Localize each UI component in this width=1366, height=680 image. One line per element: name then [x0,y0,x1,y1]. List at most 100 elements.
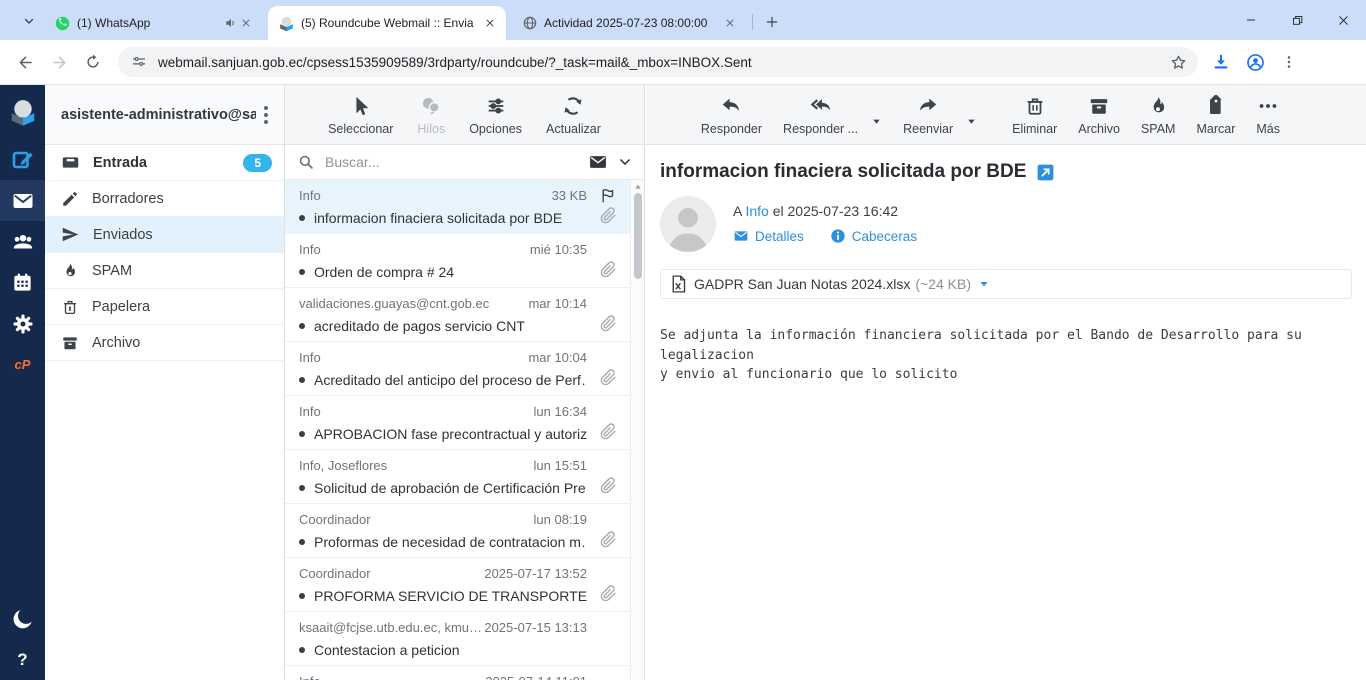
person-icon [660,200,716,252]
contacts-nav-button[interactable] [0,221,45,262]
tab-audio-icon[interactable] [224,16,238,30]
archive-icon [61,334,79,352]
select-button[interactable]: Seleccionar [328,95,393,136]
folder-pane: asistente-administrativo@sa… Entrada 5 B… [45,85,285,680]
cpanel-nav-button[interactable]: cP [0,344,45,385]
unread-dot [299,269,305,275]
threads-button[interactable]: Hilos [417,95,445,136]
list-scrollbar[interactable] [630,180,644,680]
search-input[interactable] [325,154,588,170]
message-list-item[interactable]: Info mié 10:35 Orden de compra # 24 [285,234,631,288]
message-list-item[interactable]: Coordinador lun 08:19 Proformas de neces… [285,504,631,558]
folder-drafts[interactable]: Borradores [45,181,284,217]
tab-actividad[interactable]: Actividad 2025-07-23 08:00:00 [512,6,746,40]
recipient-link[interactable]: Info [745,203,768,219]
tab-whatsapp[interactable]: (1) WhatsApp [44,6,262,40]
bookmark-star-icon[interactable] [1169,53,1188,72]
message-date: 2025-07-14 11:01 [485,674,587,680]
message-subject: informacion finaciera solicitada por BDE [314,210,562,226]
attachment-dropdown-icon[interactable] [978,278,990,290]
more-button[interactable]: Más [1256,95,1280,136]
calendar-nav-button[interactable] [0,262,45,303]
forward-icon [50,53,69,72]
forward-button[interactable] [42,45,76,79]
archive-button[interactable]: Archivo [1078,95,1120,136]
attachment-chip[interactable]: GADPR San Juan Notas 2024.xlsx (~24 KB) [660,269,1352,299]
message-list-item[interactable]: validaciones.guayas@cnt.gob.ec mar 10:14… [285,288,631,342]
maximize-button[interactable] [1274,0,1320,40]
address-bar[interactable]: webmail.sanjuan.gob.ec/cpsess1535909589/… [118,47,1198,77]
mark-button[interactable]: Marcar [1196,95,1235,136]
search-icon [297,153,315,171]
message-list-item[interactable]: Info mar 10:04 Acreditado del anticipo d… [285,342,631,396]
app-rail: cP ? [0,85,45,680]
trash-icon [61,298,79,316]
new-tab-button[interactable] [760,10,784,34]
info-icon [830,228,846,244]
tab-roundcube[interactable]: (5) Roundcube Webmail :: Envia [268,6,506,40]
message-list-item[interactable]: Info 33 KB informacion finaciera solicit… [285,180,631,234]
browser-menu-button[interactable] [1272,45,1306,79]
delete-button[interactable]: Eliminar [1012,95,1057,136]
details-link[interactable]: Detalles [733,228,804,244]
message-subject: acreditado de pagos servicio CNT [314,318,525,334]
forward-dropdown-icon[interactable] [966,116,977,127]
cursor-icon [350,95,372,117]
message-list-item[interactable]: ksaait@fcjse.utb.edu.ec, kmu… 2025-07-15… [285,612,631,666]
folder-sent[interactable]: Enviados [45,217,284,253]
account-menu-button[interactable] [256,106,276,124]
flag-icon[interactable] [600,187,617,204]
tab-search-button[interactable] [16,10,42,32]
reload-button[interactable] [76,45,110,79]
refresh-button[interactable]: Actualizar [546,95,601,136]
compose-button[interactable] [0,139,45,180]
tab-close-button[interactable] [238,15,254,31]
archive-icon [1088,95,1110,117]
mail-nav-button[interactable] [0,180,45,221]
message-list-item[interactable]: Coordinador 2025-07-17 13:52 PROFORMA SE… [285,558,631,612]
scrollbar-thumb[interactable] [634,193,642,279]
folder-inbox[interactable]: Entrada 5 [45,145,284,181]
profile-button[interactable] [1238,45,1272,79]
unread-dot [299,647,305,653]
reply-all-dropdown-icon[interactable] [871,116,882,127]
scope-mail-icon[interactable] [588,152,608,172]
site-info-icon[interactable] [130,53,148,71]
message-subject: Solicitud de aprobación de Certificación… [314,480,587,496]
folder-trash[interactable]: Papelera [45,289,284,325]
gear-icon [11,312,35,336]
forward-button[interactable]: Reenviar [903,95,953,136]
downloads-button[interactable] [1204,45,1238,79]
reply-button[interactable]: Responder [701,95,762,136]
open-in-new-window-icon[interactable] [1036,163,1055,182]
tab-close-button[interactable] [722,15,738,31]
reply-all-icon [810,95,832,117]
tab-close-button[interactable] [482,15,498,31]
tag-icon [1205,95,1227,117]
headers-link[interactable]: Cabeceras [830,228,917,244]
message-date: mar 10:04 [528,350,587,365]
close-window-button[interactable] [1320,0,1366,40]
minimize-button[interactable] [1228,0,1274,40]
dark-mode-button[interactable] [0,598,45,639]
message-list-item[interactable]: Info lun 16:34 APROBACION fase precontra… [285,396,631,450]
spam-button[interactable]: SPAM [1141,95,1176,136]
settings-nav-button[interactable] [0,303,45,344]
scroll-up-icon[interactable] [634,183,642,191]
compose-icon [11,148,35,172]
message-list-item[interactable]: Info, Joseflores lun 15:51 Solicitud de … [285,450,631,504]
unread-dot [299,323,305,329]
message-subject: Proformas de necesidad de contratacion m… [314,534,587,550]
back-button[interactable] [8,45,42,79]
search-options-chevron-icon[interactable] [618,155,632,169]
tab-divider [752,14,753,30]
message-date: mar 10:14 [528,296,587,311]
folder-archive[interactable]: Archivo [45,325,284,361]
options-button[interactable]: Opciones [469,95,522,136]
reply-all-button[interactable]: Responder ... [783,95,858,136]
message-list-item[interactable]: Info 2025-07-14 11:01 [285,666,631,680]
mail-subject: informacion finaciera solicitada por BDE [660,161,1026,183]
forward-icon [917,95,939,117]
help-button[interactable]: ? [0,639,45,680]
folder-spam[interactable]: SPAM [45,253,284,289]
